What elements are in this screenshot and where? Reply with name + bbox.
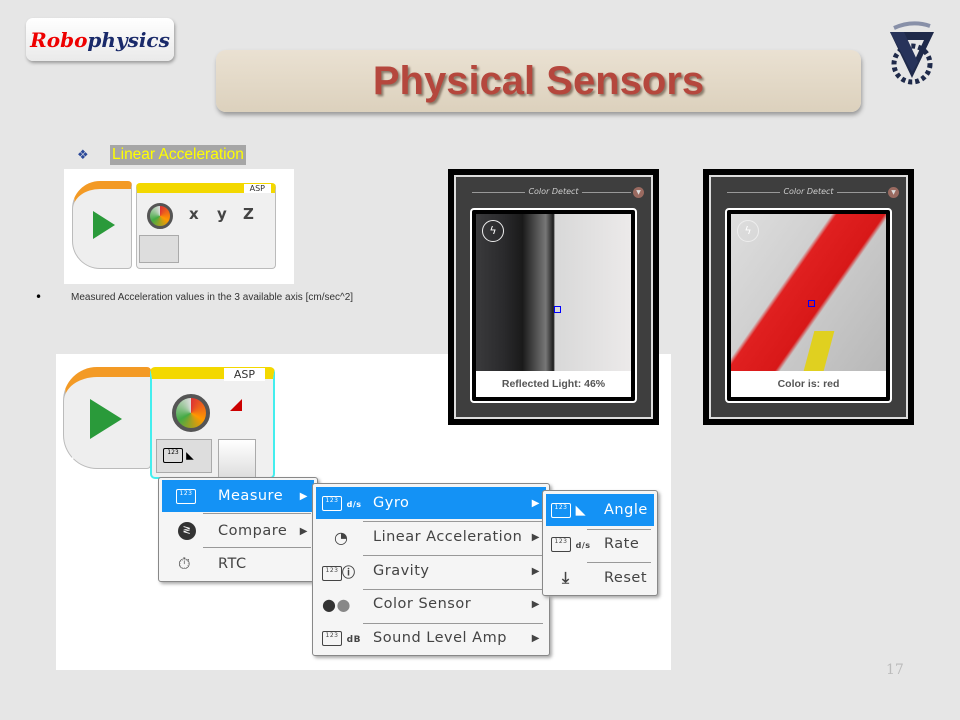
label: Compare [218, 523, 288, 539]
start-block [72, 181, 132, 269]
label: Rate [604, 536, 640, 552]
menu-item-compare[interactable]: ≷ Compare ▶ [162, 515, 314, 547]
label: Measure [218, 488, 284, 504]
play-icon [90, 399, 122, 439]
stopwatch-icon: ⏱ [178, 554, 191, 573]
flash-icon[interactable]: ϟ [737, 220, 759, 242]
menu-item-gravity[interactable]: 123 ⓘ Gravity ▶ [316, 555, 546, 587]
sensor-menu: 123 d/s Gyro ▶ ◔ Linear Acceleration ▶ 123 ⓘ G… [312, 483, 550, 656]
bullet-dot: • [35, 290, 43, 304]
color-caption: Color is: red [731, 371, 886, 397]
roboph-logo: Robo physics [26, 18, 174, 61]
port-x[interactable]: x [189, 205, 199, 223]
menu-item-rate[interactable]: 123 d/s Rate [546, 528, 654, 560]
university-emblem-icon [890, 21, 934, 85]
mode-selector[interactable]: 123 ◣ [156, 439, 212, 473]
label: Angle [604, 502, 648, 518]
port-z[interactable]: z [243, 205, 254, 223]
mode-menu: 123 Measure ▶ ≷ Compare ▶ ⏱ RTC [158, 477, 318, 582]
dropdown-icon[interactable]: ▼ [633, 187, 644, 198]
reflected-light-caption: Reflected Light: 46% [476, 371, 631, 397]
block-tag: ASP [243, 184, 271, 193]
compare-icon: ≷ [178, 522, 196, 540]
section-heading: Linear Acceleration [110, 145, 246, 165]
start-block[interactable] [63, 367, 151, 469]
submenu-arrow-icon: ▶ [531, 497, 540, 509]
ruler-rate-icon: 123 d/s [551, 536, 591, 552]
title-bar: Physical Sensors [216, 50, 861, 112]
acceleration-block-image: ASP x y z [64, 169, 294, 284]
submenu-arrow-icon: ▶ [531, 531, 540, 543]
phone-screen-reflected-light: Color Detect ▼ ϟ Reflected Light: 46% [448, 169, 659, 425]
reset-download-icon: ⤓ [562, 568, 570, 587]
description-text: Measured Acceleration values in the 3 av… [71, 292, 354, 303]
gyro-sensor-block[interactable]: ASP 123 ◣ [150, 367, 275, 479]
sensor-block: ASP x y z [136, 183, 276, 269]
ruler-rate-icon: 123 d/s [322, 495, 362, 511]
target-marker [554, 306, 561, 313]
output-plug[interactable] [218, 439, 256, 479]
flash-icon[interactable]: ϟ [482, 220, 504, 242]
gauge-icon: ◔ [334, 527, 349, 547]
target-marker [808, 300, 815, 307]
label: Color Sensor [373, 596, 472, 612]
gauge-icon [172, 394, 210, 432]
phone-screen-color: Color Detect ▼ ϟ Color is: red [703, 169, 914, 425]
yellow-object [803, 331, 835, 371]
label: Gravity [373, 563, 430, 579]
menu-item-reset[interactable]: ⤓ Reset [546, 562, 654, 594]
menu-item-gyro[interactable]: 123 d/s Gyro ▶ [316, 487, 546, 519]
label: RTC [218, 556, 247, 572]
label: Gyro [373, 495, 410, 511]
screen-header: Color Detect [780, 187, 837, 196]
menu-item-rtc[interactable]: ⏱ RTC [162, 548, 314, 580]
menu-item-sound-level-amp[interactable]: 123 dB Sound Level Amp ▶ [316, 622, 546, 654]
page-number: 17 [886, 662, 904, 678]
submenu-arrow-icon: ▶ [299, 525, 308, 537]
submenu-arrow-icon: ▶ [531, 632, 540, 644]
menu-item-angle[interactable]: 123 ◣ Angle [546, 494, 654, 526]
badge: d/s [575, 540, 591, 550]
logo-text-blue: physics [87, 27, 170, 52]
port-y[interactable]: y [217, 205, 227, 223]
ruler-angle-icon: 123 ◣ [551, 502, 586, 518]
camera-view: ϟ [476, 214, 631, 371]
logo-text-red: Robo [30, 27, 88, 52]
block-tag: ASP [223, 368, 265, 381]
label: Reset [604, 570, 648, 586]
color-dots-icon: ●● [322, 594, 351, 614]
page-title: Physical Sensors [372, 58, 705, 103]
ruler-db-icon: 123 dB [322, 630, 361, 646]
play-icon [93, 211, 115, 239]
ruler-hash-icon: 123 ⓘ [322, 562, 356, 581]
menu-item-linear-acceleration[interactable]: ◔ Linear Acceleration ▶ [316, 521, 546, 553]
badge: dB [346, 634, 361, 645]
submenu-arrow-icon: ▶ [531, 565, 540, 577]
gyro-menu: 123 ◣ Angle 123 d/s Rate ⤓ Reset [542, 490, 658, 596]
dropdown-icon[interactable]: ▼ [888, 187, 899, 198]
camera-view: ϟ [731, 214, 886, 371]
label: Linear Acceleration [373, 529, 523, 545]
gauge-icon [147, 203, 173, 229]
ruler-icon: 123 [176, 488, 196, 504]
submenu-arrow-icon: ▶ [531, 598, 540, 610]
badge: d/s [346, 499, 362, 509]
label: Sound Level Amp [373, 630, 507, 646]
menu-item-color-sensor[interactable]: ●● Color Sensor ▶ [316, 588, 546, 620]
mode-selector[interactable] [139, 235, 179, 263]
submenu-arrow-icon: ▶ [299, 490, 308, 502]
menu-item-measure[interactable]: 123 Measure ▶ [162, 480, 314, 512]
diamond-bullet-icon: ❖ [77, 148, 89, 163]
angle-icon [230, 399, 242, 411]
screen-header: Color Detect [525, 187, 582, 196]
